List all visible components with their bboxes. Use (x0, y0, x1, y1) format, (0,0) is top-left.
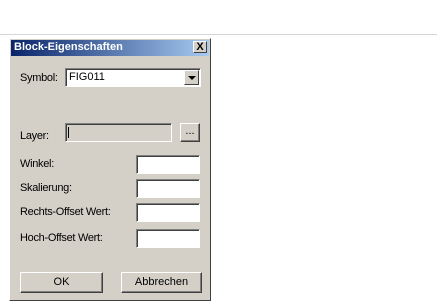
symbol-label: Symbol: (20, 72, 58, 84)
right-offset-label: Rechts-Offset Wert: (20, 206, 111, 218)
layer-browse-button[interactable]: ... (180, 123, 200, 142)
dialog-title: Block-Eigenschaften (14, 41, 123, 53)
ok-button-label: OK (53, 276, 70, 288)
browse-label: ... (185, 125, 195, 137)
layer-field[interactable] (65, 123, 172, 142)
text-caret (68, 127, 69, 138)
close-button[interactable]: X (193, 41, 207, 53)
ok-button[interactable]: OK (20, 272, 103, 293)
symbol-dropdown-button[interactable] (184, 70, 199, 85)
top-toolbar-area (0, 0, 437, 35)
symbol-select[interactable]: FIG011 (65, 68, 201, 87)
block-properties-dialog: Block-Eigenschaften X Symbol: FIG011 Lay… (9, 38, 211, 301)
scale-input[interactable] (136, 179, 200, 198)
angle-input[interactable] (136, 155, 200, 174)
chevron-down-icon (188, 76, 196, 80)
cancel-button-label: Abbrechen (134, 276, 189, 288)
dialog-titlebar[interactable]: Block-Eigenschaften X (11, 40, 209, 56)
symbol-select-value: FIG011 (69, 71, 105, 83)
cancel-button[interactable]: Abbrechen (121, 272, 202, 293)
right-offset-input[interactable] (136, 203, 200, 222)
scale-label: Skalierung: (20, 182, 72, 194)
close-icon: X (196, 41, 204, 53)
layer-label: Layer: (20, 130, 49, 142)
up-offset-input[interactable] (136, 229, 200, 248)
angle-label: Winkel: (20, 158, 54, 170)
up-offset-label: Hoch-Offset Wert: (20, 232, 103, 244)
